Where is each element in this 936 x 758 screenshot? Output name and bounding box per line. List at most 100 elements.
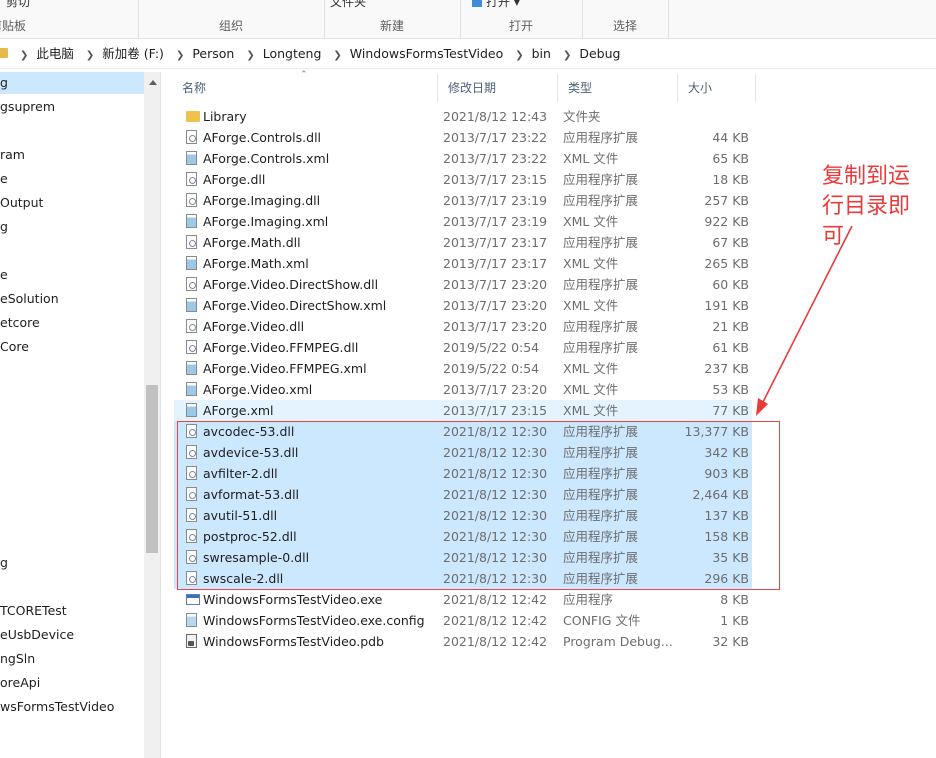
file-name: AForge.Video.DirectShow.xml <box>203 298 387 313</box>
file-date: 2021/8/12 12:30 <box>443 424 548 439</box>
chevron-right-icon[interactable]: ❯ <box>20 50 28 61</box>
file-row[interactable]: AForge.Math.dll 2013/7/17 23:17 应用程序扩展 67 K… <box>174 232 752 253</box>
file-row[interactable]: WindowsFormsTestVideo.exe.config 2021/8/1… <box>174 610 752 631</box>
column-header-name[interactable]: 名称 <box>172 74 438 102</box>
chevron-right-icon[interactable]: ❯ <box>333 50 341 61</box>
select-caption: 选择 <box>612 19 637 33</box>
open-button[interactable]: 打开 ▾ <box>472 0 520 10</box>
file-row[interactable]: postproc-52.dll 2021/8/12 12:30 应用程序扩展 158 … <box>174 526 752 547</box>
nav-item[interactable]: oreApi <box>0 672 40 694</box>
file-row[interactable]: AForge.Imaging.xml 2013/7/17 23:19 XML 文件 9… <box>174 211 752 232</box>
nav-item[interactable]: etcore <box>0 312 40 334</box>
file-row[interactable]: avfilter-2.dll 2021/8/12 12:30 应用程序扩展 903 K… <box>174 463 752 484</box>
nav-item[interactable]: ram <box>0 144 25 166</box>
file-name: AForge.xml <box>203 403 274 418</box>
dll-file-icon <box>186 172 197 186</box>
column-header-type[interactable]: 类型 <box>558 74 678 102</box>
scroll-up-icon[interactable] <box>149 80 157 85</box>
file-size: 65 KB <box>712 151 749 166</box>
file-size: 296 KB <box>704 571 749 586</box>
file-type: XML 文件 <box>563 382 619 397</box>
breadcrumb[interactable]: ❯ 此电脑 ❯ 新加卷 (F:) ❯ Person ❯ Longteng ❯ Window… <box>12 40 620 68</box>
file-size: 191 KB <box>704 298 749 313</box>
file-row[interactable]: AForge.Controls.xml 2013/7/17 23:22 XML 文件… <box>174 148 752 169</box>
breadcrumb-item[interactable]: 新加卷 (F:) <box>102 46 164 61</box>
cut-button[interactable]: 剪切 <box>6 0 30 10</box>
file-row[interactable]: AForge.Controls.dll 2013/7/17 23:22 应用程序扩展… <box>174 127 752 148</box>
file-name: AForge.Video.FFMPEG.xml <box>203 361 367 376</box>
breadcrumb-item[interactable]: Longteng <box>263 46 322 61</box>
nav-item[interactable]: g <box>0 552 8 574</box>
xml-file-icon <box>186 403 197 417</box>
chevron-right-icon[interactable]: ❯ <box>86 50 94 61</box>
breadcrumb-item[interactable]: Debug <box>579 46 620 61</box>
chevron-right-icon[interactable]: ❯ <box>246 50 254 61</box>
nav-scrollbar[interactable] <box>144 72 160 758</box>
breadcrumb-item[interactable]: 此电脑 <box>36 46 74 61</box>
file-row[interactable]: AForge.Video.FFMPEG.dll 2019/5/22 0:54 应用程… <box>174 337 752 358</box>
pdb-file-icon <box>186 634 197 648</box>
file-row[interactable]: WindowsFormsTestVideo.exe 2021/8/12 12:42… <box>174 589 752 610</box>
file-type: CONFIG 文件 <box>563 613 641 628</box>
file-row[interactable]: avcodec-53.dll 2021/8/12 12:30 应用程序扩展 13,37… <box>174 421 752 442</box>
file-row[interactable]: swresample-0.dll 2021/8/12 12:30 应用程序扩展 35 … <box>174 547 752 568</box>
file-type: 应用程序扩展 <box>563 445 639 460</box>
file-type: XML 文件 <box>563 298 619 313</box>
breadcrumb-item[interactable]: Person <box>192 46 234 61</box>
file-row[interactable]: avformat-53.dll 2021/8/12 12:30 应用程序扩展 2,46… <box>174 484 752 505</box>
column-header-size[interactable]: 大小 <box>678 74 756 102</box>
nav-item[interactable]: g <box>0 72 144 94</box>
nav-item[interactable]: ngSln <box>0 648 35 670</box>
file-row[interactable]: avutil-51.dll 2021/8/12 12:30 应用程序扩展 137 KB <box>174 505 752 526</box>
nav-item[interactable]: eUsbDevice <box>0 624 74 646</box>
scrollbar-thumb[interactable] <box>146 385 158 553</box>
ribbon-group-select: 选择 <box>582 0 669 38</box>
chevron-right-icon[interactable]: ❯ <box>176 50 184 61</box>
chevron-right-icon[interactable]: ❯ <box>563 50 571 61</box>
file-size: 53 KB <box>712 382 749 397</box>
file-row[interactable]: WindowsFormsTestVideo.pdb 2021/8/12 12:42… <box>174 631 752 652</box>
file-row[interactable]: AForge.Imaging.dll 2013/7/17 23:19 应用程序扩展 2… <box>174 190 752 211</box>
file-row[interactable]: AForge.Math.xml 2013/7/17 23:17 XML 文件 265 … <box>174 253 752 274</box>
nav-item[interactable]: wsFormsTestVideo <box>0 696 114 718</box>
file-row[interactable]: AForge.Video.dll 2013/7/17 23:20 应用程序扩展 21 … <box>174 316 752 337</box>
file-row[interactable]: AForge.xml 2013/7/17 23:15 XML 文件 77 KB <box>174 400 752 421</box>
breadcrumb-item[interactable]: WindowsFormsTestVideo <box>350 46 503 61</box>
address-bar[interactable]: ❯ 此电脑 ❯ 新加卷 (F:) ❯ Person ❯ Longteng ❯ Window… <box>0 40 936 69</box>
dll-file-icon <box>186 193 197 207</box>
file-row[interactable]: avdevice-53.dll 2021/8/12 12:30 应用程序扩展 342 … <box>174 442 752 463</box>
dll-file-icon <box>186 529 197 543</box>
arrow-line <box>761 225 853 405</box>
chevron-right-icon[interactable]: ❯ <box>515 50 523 61</box>
file-row[interactable]: AForge.dll 2013/7/17 23:15 应用程序扩展 18 KB <box>174 169 752 190</box>
column-header-date[interactable]: 修改日期 <box>438 74 558 102</box>
breadcrumb-item[interactable]: bin <box>532 46 551 61</box>
nav-item[interactable]: TCORETest <box>0 600 67 622</box>
file-row[interactable]: AForge.Video.FFMPEG.xml 2019/5/22 0:54 XML… <box>174 358 752 379</box>
file-row[interactable]: AForge.Video.xml 2013/7/17 23:20 XML 文件 53 … <box>174 379 752 400</box>
file-date: 2021/8/12 12:30 <box>443 466 548 481</box>
nav-item[interactable]: gsuprem <box>0 96 55 118</box>
new-caption: 新建 <box>379 19 404 33</box>
file-row[interactable]: swscale-2.dll 2021/8/12 12:30 应用程序扩展 296 KB <box>174 568 752 589</box>
file-name: swscale-2.dll <box>203 571 284 586</box>
nav-item[interactable]: g <box>0 216 8 238</box>
new-folder-button[interactable]: 文件夹 <box>330 0 366 10</box>
file-row[interactable]: AForge.Video.DirectShow.xml 2013/7/17 23:… <box>174 295 752 316</box>
file-name: WindowsFormsTestVideo.pdb <box>203 634 384 649</box>
nav-item[interactable]: e <box>0 168 8 190</box>
file-type: 应用程序扩展 <box>563 529 639 544</box>
nav-item[interactable]: Output <box>0 192 43 214</box>
file-row[interactable]: Library 2021/8/12 12:43 文件夹 <box>174 106 752 127</box>
file-name: avdevice-53.dll <box>203 445 299 460</box>
navigation-pane: g gsuprem ram e Output g e eSolution etcore Core g… <box>0 72 161 758</box>
file-type: 应用程序扩展 <box>563 172 639 187</box>
file-name: AForge.Video.xml <box>203 382 313 397</box>
nav-item[interactable]: e <box>0 264 8 286</box>
file-date: 2013/7/17 23:15 <box>443 172 548 187</box>
nav-item[interactable]: Core <box>0 336 29 358</box>
nav-item[interactable]: eSolution <box>0 288 59 310</box>
config-file-icon <box>186 613 197 627</box>
file-size: 21 KB <box>712 319 749 334</box>
file-row[interactable]: AForge.Video.DirectShow.dll 2013/7/17 23:… <box>174 274 752 295</box>
